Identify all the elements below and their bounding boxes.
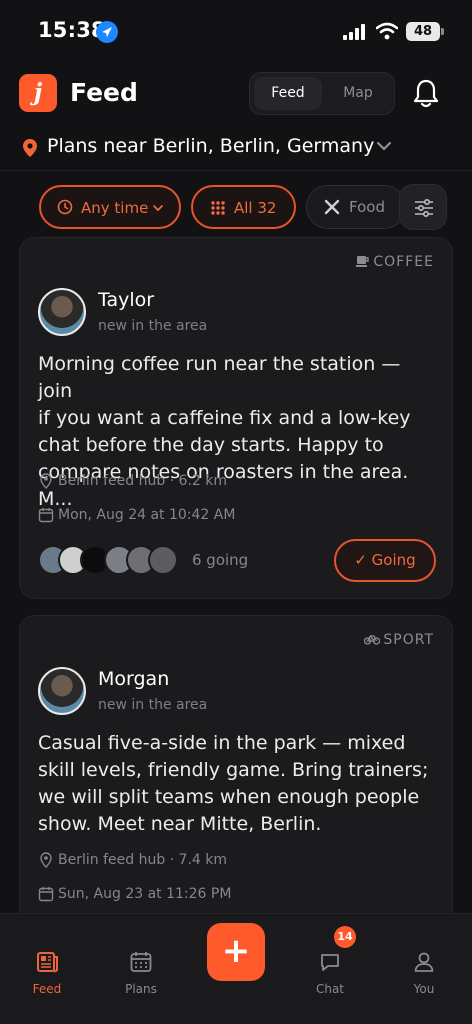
bell-icon[interactable] [412, 78, 440, 108]
post-author-subtitle: new in the area [98, 697, 208, 713]
filter-chip-all[interactable]: All 32 [191, 185, 296, 229]
chat-unread-badge: 14 [334, 926, 356, 948]
sliders-icon [415, 199, 433, 217]
post-text: Casual five-a-side in the park — mixed s… [38, 730, 438, 838]
attendee-avatars[interactable] [38, 545, 178, 577]
filter-chip-food[interactable]: Food [306, 185, 406, 229]
utensils-icon [324, 199, 340, 215]
chevron-down-icon [377, 142, 391, 151]
post-author[interactable]: Taylor [98, 289, 154, 311]
going-button[interactable]: ✓ Going [334, 539, 436, 582]
post-author-subtitle: new in the area [98, 318, 208, 334]
post-text-line: skill levels, friendly game. Bring train… [38, 759, 429, 781]
post-text-line: show. Meet near Mitte, Berlin. [38, 813, 322, 835]
post-datetime: Mon, Aug 24 at 10:42 AM [38, 507, 235, 523]
avatar[interactable] [38, 288, 86, 336]
location-arrow-icon [96, 21, 118, 43]
grid-icon [211, 201, 225, 215]
map-pin-icon [23, 139, 37, 157]
filter-bar: Any time All 32 Food [0, 184, 472, 232]
map-pin-icon [40, 473, 52, 489]
segment-map[interactable]: Map [324, 77, 392, 110]
coffee-icon [356, 256, 370, 267]
feed-map-toggle: Feed Map [249, 72, 395, 115]
going-button-label: Going [371, 551, 416, 569]
avatar[interactable] [38, 667, 86, 715]
post-text-line: chat before the day starts. Happy to [38, 434, 384, 456]
location-selector[interactable]: Plans near Berlin, Berlin, Germany [0, 130, 472, 164]
post-card[interactable]: SPORT Morgan new in the area Casual five… [19, 615, 453, 925]
battery-tip [441, 28, 444, 35]
post-place: Berlin feed hub · 6.2 km [38, 473, 227, 489]
header: j Feed Feed Map [0, 68, 472, 120]
filter-settings-button[interactable] [399, 184, 447, 230]
check-icon: ✓ [354, 551, 367, 569]
page-title: Feed [70, 78, 138, 107]
calendar-icon [38, 887, 54, 902]
segment-feed[interactable]: Feed [254, 77, 322, 110]
post-card[interactable]: COFFEE Taylor new in the area Morning co… [19, 237, 453, 599]
filter-chip-all-label: All 32 [234, 199, 277, 217]
status-bar: 15:38 48 [0, 0, 472, 62]
app-logo: j [19, 74, 57, 112]
newspaper-icon [37, 952, 58, 973]
post-text-line: we will split teams when enough people [38, 786, 420, 808]
calendar-icon [130, 952, 152, 972]
cellular-signal-icon [343, 24, 365, 40]
calendar-icon [38, 508, 54, 523]
chat-icon [321, 954, 339, 971]
map-pin-icon [40, 852, 52, 868]
post-category-label: COFFEE [373, 254, 434, 270]
tab-bar: Feed Plans + Chat 14 You [0, 913, 472, 1024]
post-text-line: if you want a caffeine fix and a low-key [38, 407, 411, 429]
post-place: Berlin feed hub · 7.4 km [38, 852, 227, 868]
post-text-line: Casual five-a-side in the park — mixed [38, 732, 406, 754]
tab-you-label: You [413, 982, 435, 996]
going-count: 6 going [192, 551, 249, 569]
filter-chip-time-label: Any time [81, 199, 149, 217]
app-logo-letter: j [33, 79, 43, 106]
create-plan-button[interactable]: + [207, 923, 265, 981]
post-text-line: Morning coffee run near the station — jo… [38, 353, 401, 402]
tab-feed-label: Feed [32, 982, 62, 996]
clock-icon [57, 199, 73, 215]
post-datetime: Sun, Aug 23 at 11:26 PM [38, 886, 231, 902]
post-datetime-label: Sun, Aug 23 at 11:26 PM [58, 886, 232, 902]
post-category: COFFEE [356, 254, 434, 270]
person-icon [414, 952, 434, 972]
post-author[interactable]: Morgan [98, 668, 169, 690]
tab-chat-label: Chat [315, 982, 345, 996]
post-place-label: Berlin feed hub · 7.4 km [58, 852, 228, 868]
location-label: Plans near Berlin, Berlin, Germany [47, 135, 375, 157]
wifi-icon [376, 22, 398, 40]
post-category: SPORT [364, 632, 434, 648]
filter-chip-time[interactable]: Any time [39, 185, 181, 229]
battery-indicator: 48 [406, 22, 440, 41]
tab-plans-label: Plans [125, 982, 157, 996]
chevron-down-icon [153, 205, 163, 212]
post-place-label: Berlin feed hub · 6.2 km [58, 473, 228, 489]
post-datetime-label: Mon, Aug 24 at 10:42 AM [58, 507, 236, 523]
attendee-avatar [148, 545, 178, 575]
divider [0, 170, 472, 171]
filter-chip-food-label: Food [349, 198, 385, 216]
bicycle-icon [364, 634, 381, 645]
post-category-label: SPORT [383, 632, 434, 648]
